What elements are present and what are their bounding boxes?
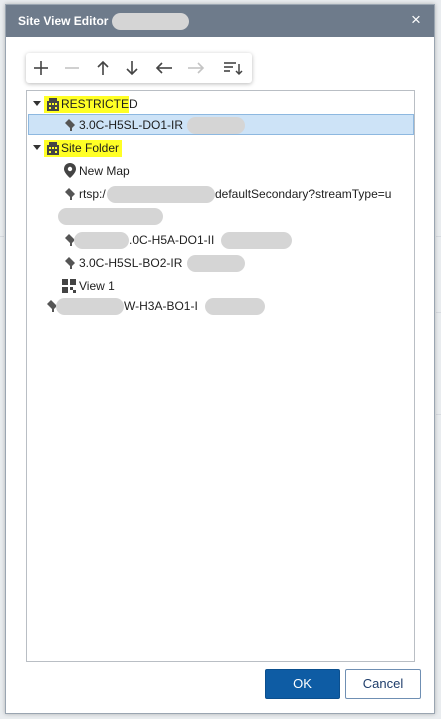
ok-button[interactable]: OK (265, 669, 340, 699)
redacted-region (187, 255, 245, 272)
tree-node-label: 3.0C-H5SL-DO1-IR (79, 118, 184, 132)
camera-icon (65, 188, 75, 200)
dialog-titlebar: Site View Editor × (6, 5, 434, 37)
arrow-up-icon (97, 60, 109, 75)
tree-node-camera[interactable]: 3.0C-H5SL-BO2-IR (27, 253, 327, 273)
building-icon (47, 98, 59, 111)
move-up-button[interactable] (92, 57, 114, 79)
redacted-region (74, 232, 129, 249)
arrow-right-icon (188, 62, 205, 74)
tree-node-restricted[interactable]: RESTRICTED (27, 94, 227, 114)
tree-node-camera[interactable]: 3.0C-H5SL-DO1-IR (27, 115, 407, 135)
arrow-down-icon (126, 61, 138, 76)
dialog-title: Site View Editor (18, 14, 109, 28)
map-pin-icon (64, 163, 76, 178)
tree-node-label: .0C-H5A-DO1-II (129, 233, 215, 247)
camera-icon (65, 119, 75, 131)
redacted-region (187, 117, 245, 134)
move-out-button[interactable] (153, 57, 175, 79)
background-line (436, 414, 441, 415)
tree-node-camera[interactable]: W-H3A-BO1-I (27, 296, 327, 316)
camera-icon (65, 257, 75, 269)
site-tree: RESTRICTED 3.0C-H5SL-DO1-IR Site Folder … (26, 90, 415, 662)
background-line (0, 236, 4, 237)
cancel-button[interactable]: Cancel (345, 669, 421, 699)
tree-node-label-prefix: rtsp:/ (79, 187, 106, 201)
redacted-region (205, 298, 265, 315)
tree-toolbar (26, 53, 252, 83)
tree-node-label: Site Folder (61, 141, 120, 155)
tree-node-camera[interactable]: .0C-H5A-DO1-II (27, 230, 327, 250)
tree-node-label: RESTRICTED (61, 97, 138, 111)
minus-icon (65, 67, 79, 69)
remove-button[interactable] (61, 57, 83, 79)
add-button[interactable] (30, 57, 52, 79)
expand-caret-icon[interactable] (33, 101, 41, 106)
sort-icon (224, 62, 243, 76)
background-line (436, 236, 441, 237)
tree-node-label: 3.0C-H5SL-BO2-IR (79, 256, 183, 270)
redacted-region (221, 232, 292, 249)
redacted-region (107, 186, 215, 203)
close-icon[interactable]: × (408, 11, 424, 29)
arrow-left-icon (155, 62, 172, 74)
tree-node-camera[interactable]: rtsp:/ defaultSecondary?streamType=u (27, 184, 413, 204)
sort-button[interactable] (222, 57, 244, 79)
plus-icon (34, 61, 48, 75)
tree-node-label: W-H3A-BO1-I (124, 299, 198, 313)
move-down-button[interactable] (121, 57, 143, 79)
view-grid-icon (62, 279, 76, 293)
tree-node-label-suffix: defaultSecondary?streamType=u (215, 187, 392, 201)
redacted-region (58, 208, 163, 225)
expand-caret-icon[interactable] (33, 145, 41, 150)
tree-node-label: View 1 (79, 279, 115, 293)
move-in-button[interactable] (185, 57, 207, 79)
tree-node-view[interactable]: View 1 (27, 276, 227, 296)
redacted-region (56, 298, 124, 315)
tree-node-map[interactable]: New Map (27, 161, 227, 181)
background-line (436, 312, 441, 313)
tree-node-label: New Map (79, 164, 130, 178)
building-icon (47, 142, 59, 155)
redacted-region (112, 13, 189, 30)
site-view-editor-dialog: Site View Editor × RESTRICTED 3.0C-H5SL-… (5, 4, 435, 714)
tree-node-site-folder[interactable]: Site Folder (27, 138, 227, 158)
